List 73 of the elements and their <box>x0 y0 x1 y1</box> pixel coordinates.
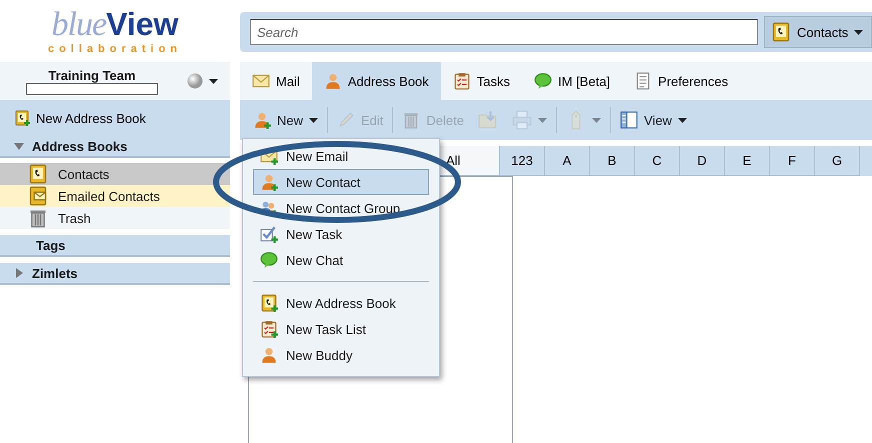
letter-filter-tab[interactable]: B <box>590 146 635 176</box>
expand-arrow-icon[interactable] <box>14 141 24 151</box>
caret-icon <box>309 118 318 122</box>
address-book-item[interactable]: Trash <box>0 207 230 229</box>
logo-tagline: collaboration <box>48 42 182 56</box>
chat-bubble-icon <box>260 251 278 269</box>
item-label: Emailed Contacts <box>58 188 160 204</box>
caret-icon <box>209 78 218 84</box>
trash-icon <box>402 111 420 129</box>
expand-arrow-icon[interactable] <box>14 268 24 278</box>
address-book-icon <box>28 186 48 206</box>
caret-icon <box>538 118 547 122</box>
person-icon <box>253 111 271 129</box>
address-book-icon <box>28 164 48 184</box>
menu-item[interactable]: New Chat <box>253 247 429 273</box>
letter-filter-tab[interactable]: E <box>725 146 770 176</box>
trash-icon <box>28 208 48 228</box>
section-title: Tags <box>36 238 66 252</box>
address-book-icon <box>771 22 791 42</box>
app-tab[interactable]: Address Book <box>312 62 441 100</box>
status-field[interactable] <box>26 82 158 94</box>
menu-item[interactable]: New Task List <box>253 316 429 342</box>
status-circle-icon <box>187 73 203 89</box>
letter-filter-tab[interactable]: C <box>635 146 680 176</box>
section-title: Zimlets <box>32 266 78 280</box>
app-tab[interactable]: Mail <box>240 62 312 100</box>
chat-bubble-icon <box>534 72 552 90</box>
columns-icon <box>620 111 638 129</box>
section-header[interactable]: Zimlets <box>0 263 230 285</box>
caret-icon <box>854 30 864 34</box>
item-label: Trash <box>58 210 91 226</box>
app-tab[interactable]: IM [Beta] <box>522 62 622 100</box>
address-book-item[interactable]: Emailed Contacts <box>0 185 230 207</box>
address-book-icon <box>14 110 30 126</box>
letter-filter-tab[interactable]: 123 <box>500 146 545 176</box>
caret-icon <box>678 118 687 122</box>
app-tab[interactable]: Tasks <box>440 62 522 100</box>
menu-item[interactable]: New Address Book <box>253 290 429 316</box>
people-icon <box>260 199 278 217</box>
item-label: Contacts <box>58 166 110 182</box>
checklist-icon <box>260 320 278 338</box>
section-header[interactable]: Tags <box>0 235 230 257</box>
menu-item[interactable]: New Buddy <box>253 342 429 368</box>
menu-item[interactable]: New Contact <box>253 169 429 195</box>
caret-icon <box>592 118 601 122</box>
checkbox-icon <box>260 225 278 243</box>
letter-filter-tab[interactable]: F <box>770 146 815 176</box>
address-book-item[interactable]: Contacts <box>0 163 230 185</box>
envelope-icon <box>252 72 270 90</box>
toolbar-button[interactable]: View <box>615 111 692 129</box>
new-address-book-button[interactable]: New Address Book <box>0 100 230 136</box>
logo-wordmark: blueView <box>52 6 178 42</box>
app-tab[interactable]: Preferences <box>622 62 740 100</box>
pencil-icon <box>337 111 356 129</box>
address-book-icon <box>260 294 278 312</box>
printer-icon <box>512 110 532 130</box>
section-header[interactable]: Address Books <box>0 136 230 158</box>
person-icon <box>260 346 278 364</box>
letter-filter-tab[interactable]: D <box>680 146 725 176</box>
search-scope-dropdown[interactable]: Contacts <box>764 16 872 48</box>
menu-item[interactable]: New Email <box>253 143 429 169</box>
status-button[interactable] <box>187 73 218 89</box>
person-icon <box>324 72 342 90</box>
toolbar-button[interactable]: New <box>248 111 324 129</box>
section-title: Address Books <box>32 138 128 154</box>
search-field[interactable]: Search <box>250 19 758 45</box>
checklist-icon <box>452 72 471 90</box>
letter-filter-tab[interactable]: A <box>545 146 590 176</box>
user-name: Training Team <box>48 68 136 82</box>
menu-item[interactable]: New Task <box>253 221 429 247</box>
letter-filter-tab[interactable]: G <box>815 146 860 176</box>
folder-icon <box>478 110 498 130</box>
person-icon <box>260 173 278 191</box>
